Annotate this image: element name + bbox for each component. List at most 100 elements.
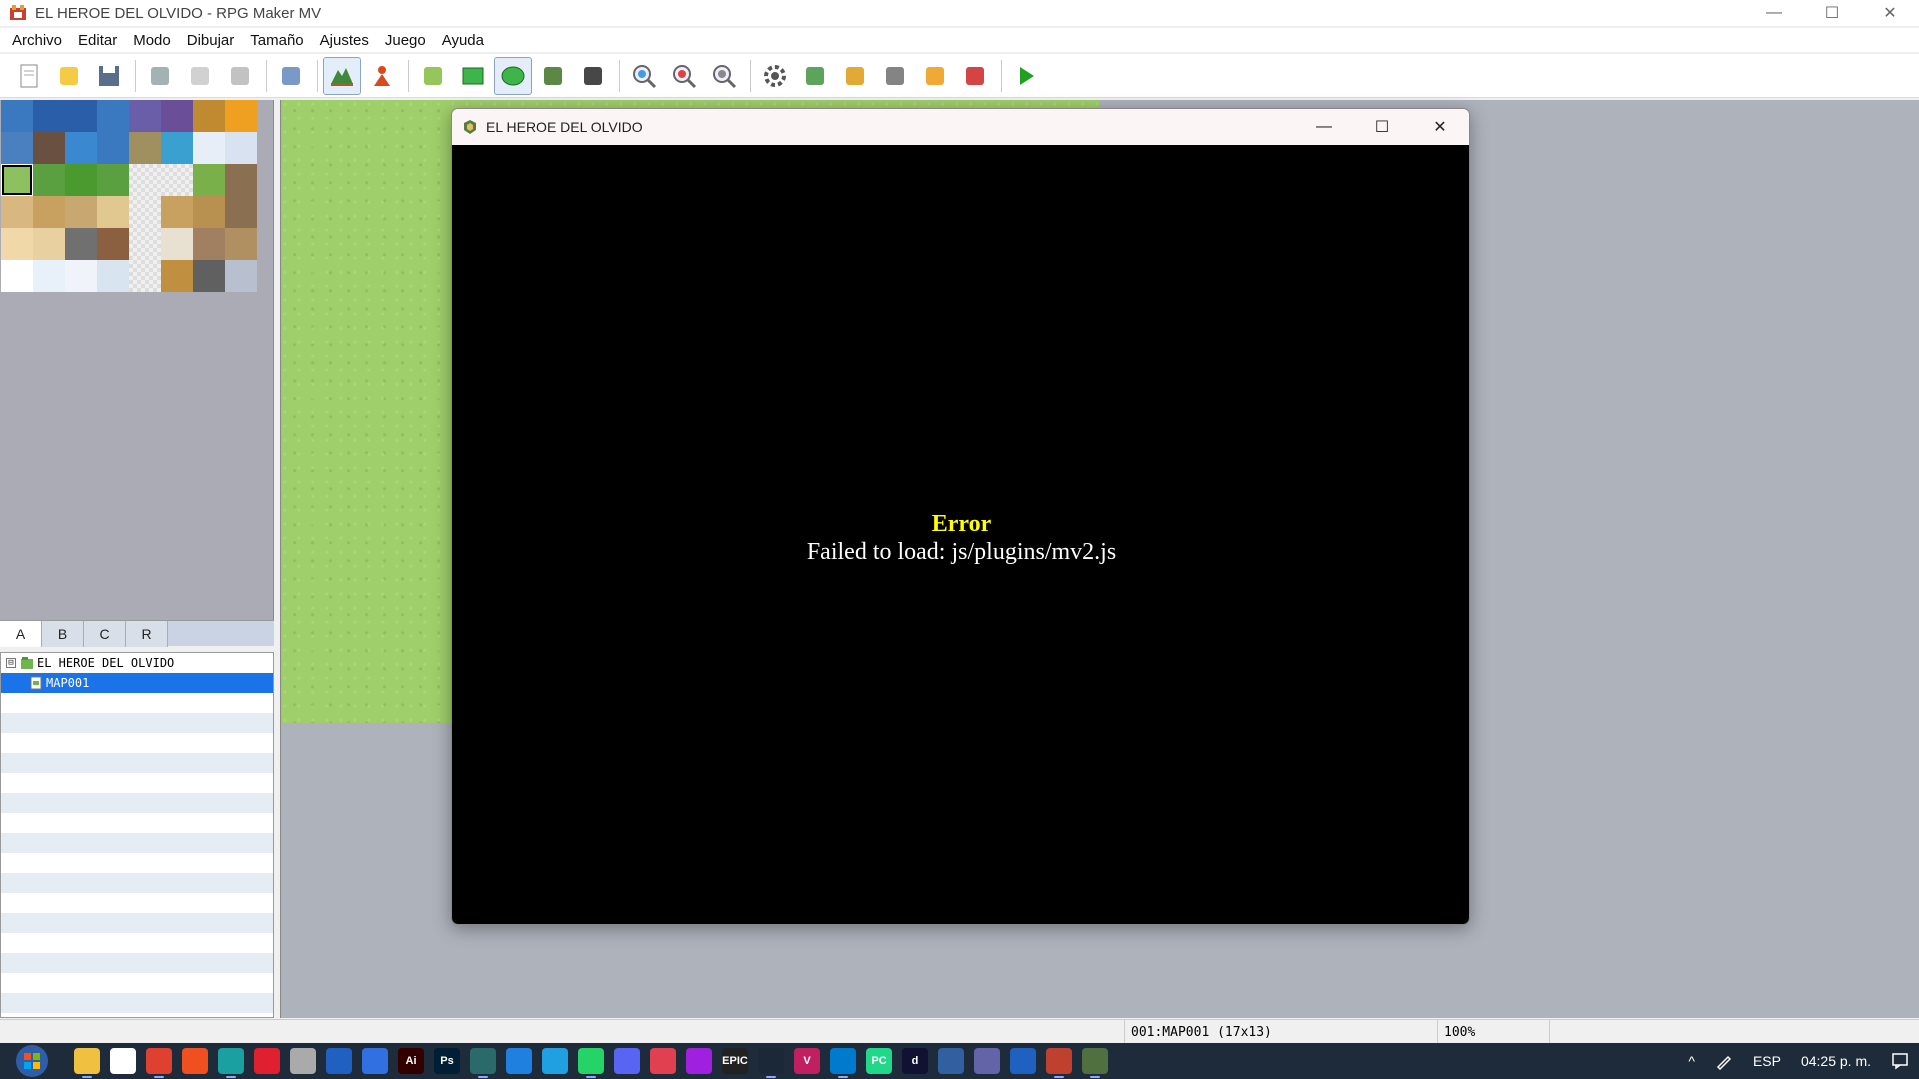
brave-icon[interactable] <box>182 1048 208 1074</box>
game-maximize-button[interactable]: ☐ <box>1353 109 1411 145</box>
tile[interactable] <box>225 260 257 292</box>
tile[interactable] <box>65 132 97 164</box>
tile[interactable] <box>161 100 193 132</box>
start-button[interactable] <box>10 1043 54 1079</box>
tile[interactable] <box>1 132 33 164</box>
save-project-button[interactable] <box>90 57 128 95</box>
tile[interactable] <box>193 260 225 292</box>
app-red-icon[interactable] <box>650 1048 676 1074</box>
tile[interactable] <box>161 228 193 260</box>
tile[interactable] <box>97 196 129 228</box>
tile[interactable] <box>33 196 65 228</box>
tile[interactable] <box>65 164 97 196</box>
tile[interactable] <box>97 164 129 196</box>
rpgmaker-icon[interactable] <box>1046 1048 1072 1078</box>
tab-r[interactable]: R <box>126 621 168 647</box>
playtest-button[interactable] <box>1007 57 1045 95</box>
tile[interactable] <box>129 228 161 260</box>
tile[interactable] <box>193 164 225 196</box>
castle-app-icon[interactable] <box>290 1048 316 1074</box>
tile[interactable] <box>161 164 193 196</box>
tile-grid[interactable] <box>1 100 257 292</box>
tile[interactable] <box>1 228 33 260</box>
tile[interactable] <box>33 228 65 260</box>
game-close-button[interactable]: ✕ <box>1411 109 1469 145</box>
tile[interactable] <box>225 164 257 196</box>
pen-icon[interactable] <box>1715 1052 1733 1070</box>
tray-chevron-icon[interactable]: ^ <box>1688 1053 1695 1069</box>
undo-button[interactable] <box>272 57 310 95</box>
zoom-out-button[interactable] <box>665 57 703 95</box>
app-image-icon[interactable] <box>362 1048 388 1074</box>
resource-manager-button[interactable] <box>916 57 954 95</box>
ellipse-button[interactable] <box>494 56 532 95</box>
fill-button[interactable] <box>534 57 572 95</box>
menu-juego[interactable]: Juego <box>377 32 434 49</box>
tile[interactable] <box>225 228 257 260</box>
close-button[interactable]: ✕ <box>1861 0 1919 26</box>
event-searcher-button[interactable] <box>876 57 914 95</box>
tile[interactable] <box>97 100 129 132</box>
copy-button[interactable] <box>181 57 219 95</box>
tab-b[interactable]: B <box>42 621 84 647</box>
tile[interactable] <box>161 196 193 228</box>
tile[interactable] <box>1 260 33 292</box>
character-generator-button[interactable] <box>956 57 994 95</box>
tile[interactable] <box>33 100 65 132</box>
tile[interactable] <box>33 260 65 292</box>
microsoft-store-icon[interactable] <box>110 1048 136 1074</box>
menu-ajustes[interactable]: Ajustes <box>312 32 377 49</box>
illustrator-icon[interactable]: Ai <box>398 1048 424 1074</box>
collapse-toggle[interactable]: ⊟ <box>6 658 16 668</box>
teams-icon[interactable] <box>974 1048 1000 1074</box>
app-d-icon[interactable]: d <box>902 1048 928 1074</box>
app-blue3-icon[interactable] <box>1010 1048 1036 1074</box>
app-v-icon[interactable]: V <box>794 1048 820 1074</box>
tile[interactable] <box>129 164 161 196</box>
game-minimize-button[interactable]: — <box>1295 109 1353 145</box>
tile[interactable] <box>1 100 33 132</box>
menu-modo[interactable]: Modo <box>125 32 179 49</box>
opera-icon[interactable] <box>254 1048 280 1074</box>
chrome-icon[interactable] <box>146 1048 172 1078</box>
app-blue-icon[interactable] <box>326 1048 352 1074</box>
tile[interactable] <box>225 196 257 228</box>
language-indicator[interactable]: ESP <box>1753 1053 1781 1069</box>
whatsapp-icon[interactable] <box>578 1048 604 1078</box>
tile[interactable] <box>193 228 225 260</box>
tile[interactable] <box>161 260 193 292</box>
tile[interactable] <box>225 100 257 132</box>
tile[interactable] <box>129 100 161 132</box>
menu-tamano[interactable]: Tamaño <box>242 32 311 49</box>
tile[interactable] <box>193 100 225 132</box>
steam-icon[interactable] <box>758 1048 784 1078</box>
terminal-app-icon[interactable] <box>470 1048 496 1078</box>
notification-icon[interactable] <box>1891 1052 1909 1070</box>
app-grid-icon[interactable] <box>938 1048 964 1074</box>
pencil-button[interactable] <box>414 57 452 95</box>
tile[interactable] <box>161 132 193 164</box>
map-mode-button[interactable] <box>323 56 361 95</box>
epic-games-icon[interactable]: EPIC <box>722 1048 748 1074</box>
tab-c[interactable]: C <box>84 621 126 647</box>
app-purple-icon[interactable] <box>686 1048 712 1074</box>
menu-ayuda[interactable]: Ayuda <box>434 32 492 49</box>
pycharm-icon[interactable]: PC <box>866 1048 892 1074</box>
tile[interactable] <box>33 164 65 196</box>
minimize-button[interactable]: — <box>1745 0 1803 26</box>
tile[interactable] <box>65 260 97 292</box>
menu-editar[interactable]: Editar <box>70 32 125 49</box>
edge-icon[interactable] <box>218 1048 244 1078</box>
new-project-button[interactable] <box>10 57 48 95</box>
maximize-button[interactable]: ☐ <box>1803 0 1861 26</box>
sound-test-button[interactable] <box>836 57 874 95</box>
app-blue2-icon[interactable] <box>506 1048 532 1074</box>
app-cyan-icon[interactable] <box>542 1048 568 1074</box>
tile[interactable] <box>33 132 65 164</box>
file-explorer-icon[interactable] <box>74 1048 100 1078</box>
tree-map-row[interactable]: MAP001 <box>1 673 273 693</box>
database-button[interactable] <box>756 57 794 95</box>
tile[interactable] <box>193 196 225 228</box>
tile[interactable] <box>97 260 129 292</box>
game-icon[interactable] <box>1082 1048 1108 1078</box>
